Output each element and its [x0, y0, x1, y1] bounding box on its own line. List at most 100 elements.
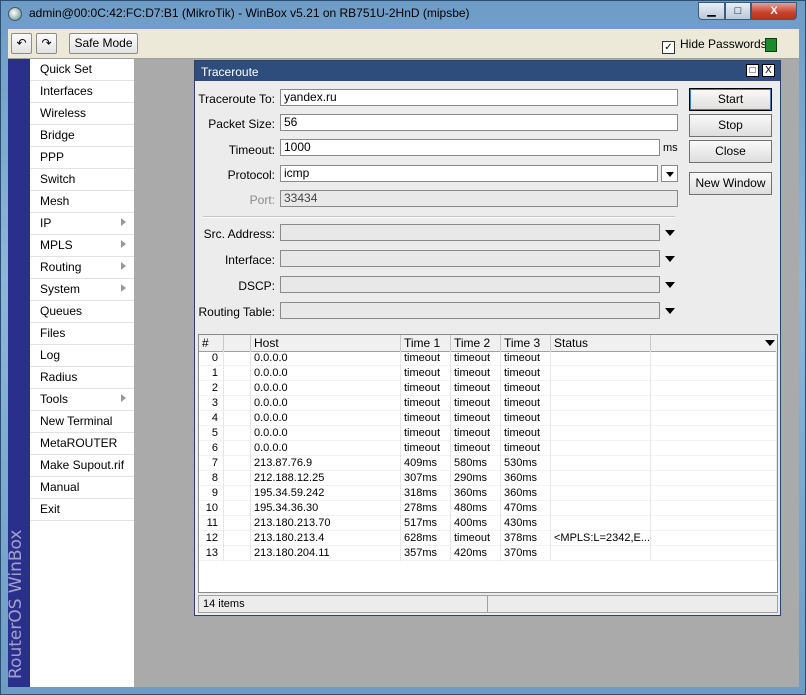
menu-item-wireless[interactable]: Wireless [30, 103, 134, 125]
maximize-button[interactable]: □ [725, 2, 751, 20]
table-row[interactable]: 5 0.0.0.0 timeout timeout timeout [199, 426, 777, 441]
menu-item-queues[interactable]: Queues [30, 301, 134, 323]
stop-button[interactable]: Stop [689, 114, 772, 137]
title-bar[interactable]: admin@00:0C:42:FC:D7:B1 (MikroTik) - Win… [1, 1, 806, 27]
column-header-flag[interactable] [224, 335, 251, 351]
menu-item-switch[interactable]: Switch [30, 169, 134, 191]
traceroute-to-input[interactable]: yandex.ru [280, 89, 678, 106]
table-row[interactable]: 8 212.188.12.25 307ms 290ms 360ms [199, 471, 777, 486]
src-address-dropdown-icon[interactable] [665, 230, 675, 236]
cell-flag [224, 531, 251, 546]
cell-flag [224, 426, 251, 441]
column-header-host[interactable]: Host [251, 335, 401, 351]
table-row[interactable]: 11 213.180.213.70 517ms 400ms 430ms [199, 516, 777, 531]
cell-time1: 409ms [401, 456, 451, 471]
cell-time2: timeout [451, 381, 501, 396]
column-header-status[interactable]: Status [551, 335, 651, 351]
start-button[interactable]: Start [689, 88, 772, 111]
cell-host: 212.188.12.25 [251, 471, 401, 486]
table-row[interactable]: 2 0.0.0.0 timeout timeout timeout [199, 381, 777, 396]
menu-item-quick-set[interactable]: Quick Set [30, 59, 134, 81]
column-header-number[interactable]: # [199, 335, 224, 351]
table-row[interactable]: 7 213.87.76.9 409ms 580ms 530ms [199, 456, 777, 471]
close-button[interactable]: Close [689, 140, 772, 163]
main-menu: Quick Set Interfaces Wireless Bridge PPP Swit… [30, 59, 134, 687]
cell-time3: timeout [501, 411, 551, 426]
table-row[interactable]: 1 0.0.0.0 timeout timeout timeout [199, 366, 777, 381]
safe-mode-button[interactable]: Safe Mode [69, 33, 138, 54]
menu-item-radius[interactable]: Radius [30, 367, 134, 389]
cell-number: 3 [199, 396, 224, 411]
menu-item-label: Mesh [40, 194, 70, 208]
dscp-input[interactable] [280, 276, 660, 293]
hide-passwords-toggle[interactable]: ✓ Hide Passwords [662, 37, 767, 54]
routing-table-input[interactable] [280, 302, 660, 319]
menu-item-new-terminal[interactable]: New Terminal [30, 411, 134, 433]
interface-input[interactable] [280, 250, 660, 267]
menu-item-mesh[interactable]: Mesh [30, 191, 134, 213]
new-window-button[interactable]: New Window [689, 172, 772, 195]
menu-item-ip[interactable]: IP [30, 213, 134, 235]
menu-item-interfaces[interactable]: Interfaces [30, 81, 134, 103]
packet-size-input[interactable]: 56 [280, 114, 678, 131]
protocol-dropdown-icon[interactable] [661, 165, 678, 182]
cell-extra [651, 531, 777, 546]
cell-number: 11 [199, 516, 224, 531]
table-row[interactable]: 12 213.180.213.4 628ms timeout 378ms <MPLS:L=… [199, 531, 777, 546]
column-header-time1[interactable]: Time 1 [401, 335, 451, 351]
menu-item-log[interactable]: Log [30, 345, 134, 367]
interface-dropdown-icon[interactable] [665, 256, 675, 262]
traceroute-title-bar[interactable]: Traceroute □ X [195, 61, 780, 81]
port-input[interactable]: 33434 [280, 190, 678, 207]
minimize-button[interactable]: ▁ [698, 2, 725, 20]
table-row[interactable]: 9 195.34.59.242 318ms 360ms 360ms [199, 486, 777, 501]
protocol-select[interactable]: icmp [280, 165, 658, 182]
menu-item-label: Switch [40, 172, 76, 186]
menu-item-files[interactable]: Files [30, 323, 134, 345]
menu-item-label: Make Supout.rif [40, 458, 125, 472]
timeout-unit: ms [663, 142, 678, 154]
menu-item-mpls[interactable]: MPLS [30, 235, 134, 257]
traceroute-title: Traceroute [201, 65, 259, 79]
cell-host: 213.180.213.4 [251, 531, 401, 546]
menu-item-manual[interactable]: Manual [30, 477, 134, 499]
menu-item-label: MetaROUTER [40, 436, 118, 450]
cell-time1: timeout [401, 381, 451, 396]
table-row[interactable]: 6 0.0.0.0 timeout timeout timeout [199, 441, 777, 456]
menu-item-system[interactable]: System [30, 279, 134, 301]
timeout-input[interactable]: 1000 [280, 139, 660, 156]
table-row[interactable]: 4 0.0.0.0 timeout timeout timeout [199, 411, 777, 426]
restore-dialog-button[interactable]: □ [746, 64, 759, 77]
menu-item-tools[interactable]: Tools [30, 389, 134, 411]
menu-item-bridge[interactable]: Bridge [30, 125, 134, 147]
src-address-input[interactable] [280, 224, 660, 241]
cell-flag [224, 471, 251, 486]
menu-item-routing[interactable]: Routing [30, 257, 134, 279]
column-header-time3[interactable]: Time 3 [501, 335, 551, 351]
cell-number: 4 [199, 411, 224, 426]
table-row[interactable]: 13 213.180.204.11 357ms 420ms 370ms [199, 546, 777, 561]
hide-passwords-checkbox[interactable]: ✓ [662, 41, 675, 54]
menu-item-exit[interactable]: Exit [30, 499, 134, 521]
column-header-time2[interactable]: Time 2 [451, 335, 501, 351]
cell-time2: timeout [451, 411, 501, 426]
dscp-dropdown-icon[interactable] [665, 282, 675, 288]
close-dialog-button[interactable]: X [762, 64, 775, 77]
routing-table-dropdown-icon[interactable] [665, 308, 675, 314]
redo-button[interactable]: ↷ [36, 33, 57, 54]
column-menu-button[interactable] [763, 335, 777, 351]
cell-extra [651, 396, 777, 411]
menu-item-ppp[interactable]: PPP [30, 147, 134, 169]
menu-item-metarouter[interactable]: MetaROUTER [30, 433, 134, 455]
table-row[interactable]: 0 0.0.0.0 timeout timeout timeout [199, 351, 777, 366]
cell-time2: timeout [451, 366, 501, 381]
table-row[interactable]: 3 0.0.0.0 timeout timeout timeout [199, 396, 777, 411]
cell-time3: timeout [501, 381, 551, 396]
redo-icon: ↷ [41, 36, 52, 50]
connection-status-indicator [765, 38, 777, 52]
close-window-button[interactable]: X [751, 2, 797, 20]
port-label: Port: [249, 193, 275, 207]
table-row[interactable]: 10 195.34.36.30 278ms 480ms 470ms [199, 501, 777, 516]
undo-button[interactable]: ↶ [11, 33, 32, 54]
menu-item-make-supout-rif[interactable]: Make Supout.rif [30, 455, 134, 477]
